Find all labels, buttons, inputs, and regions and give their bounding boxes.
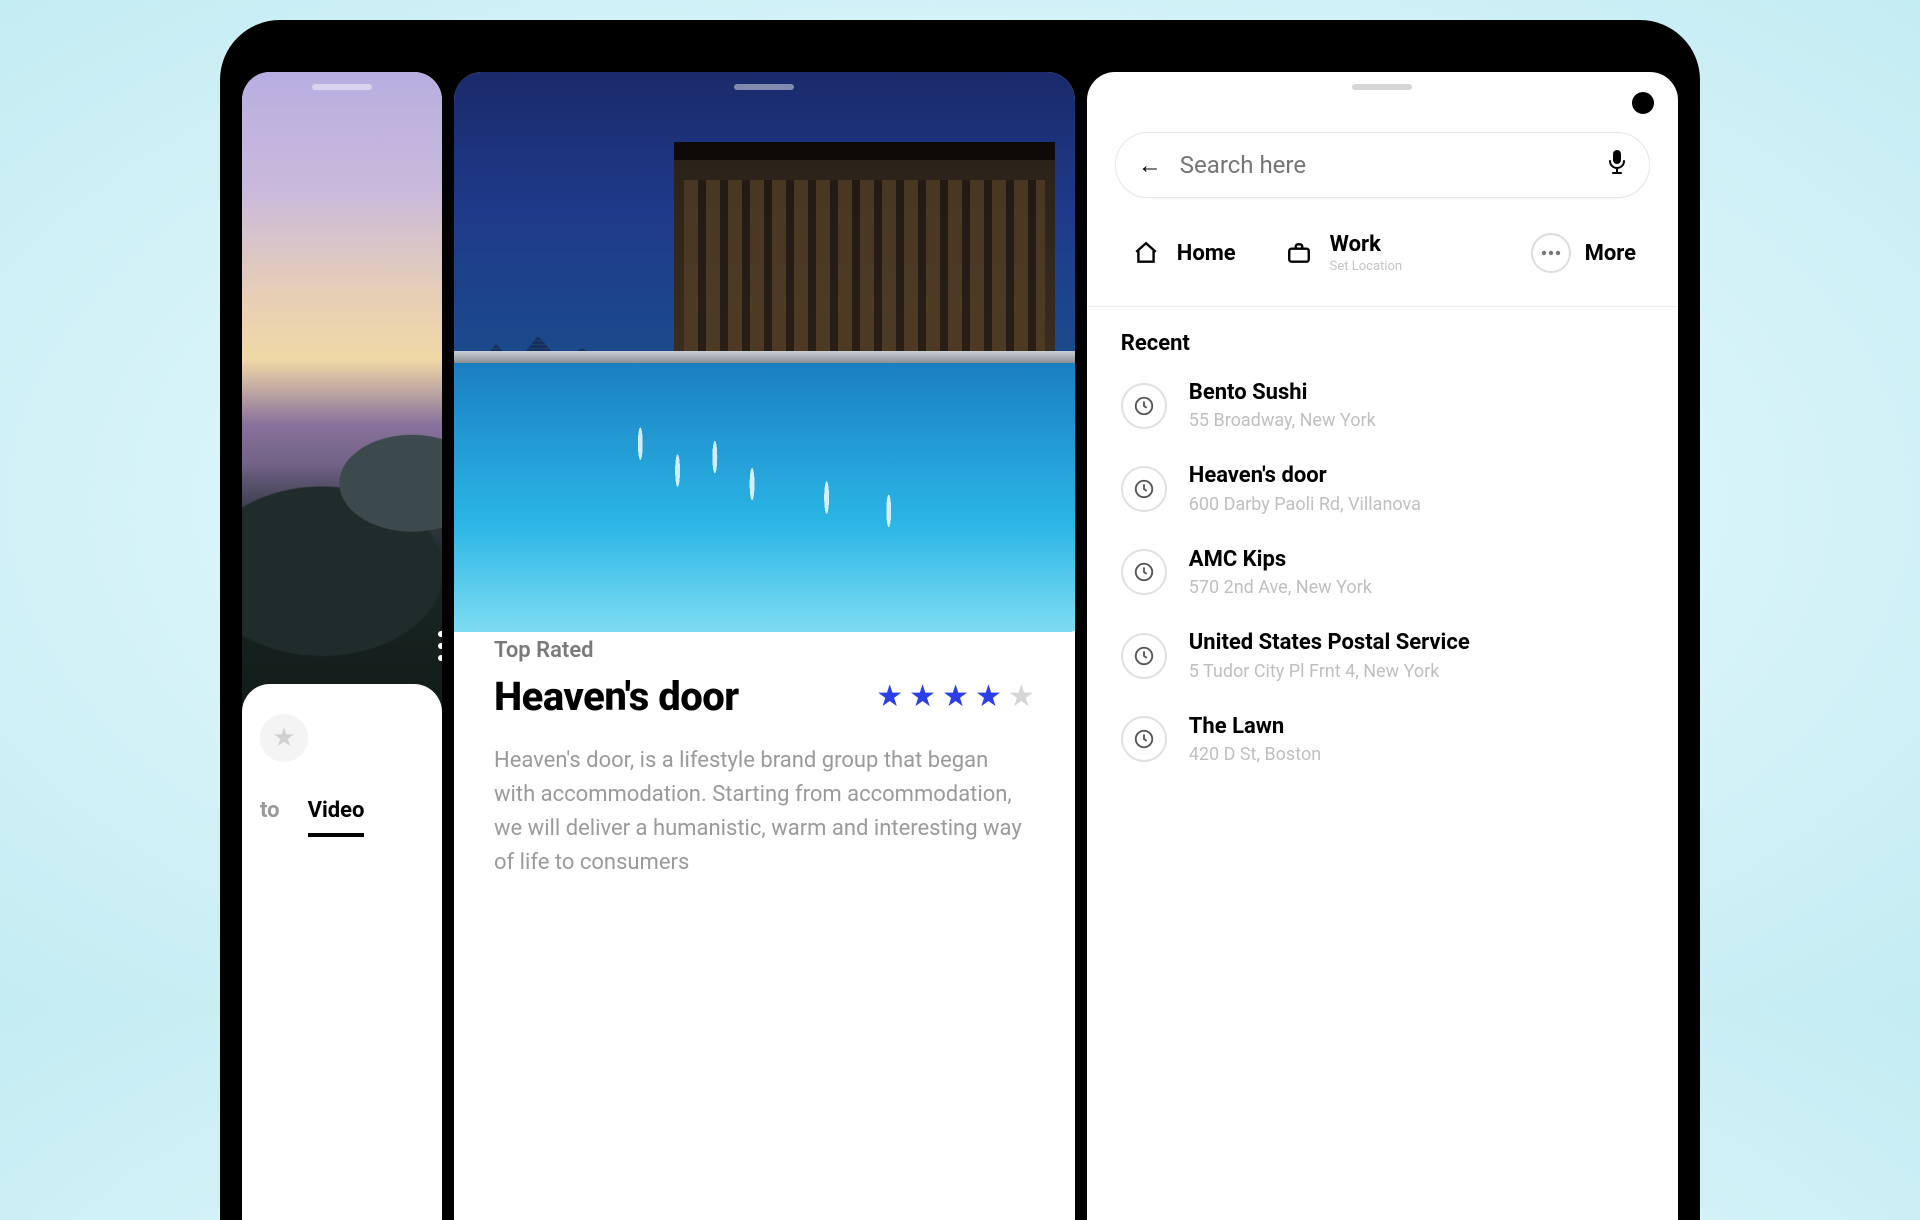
panel-resize-handle[interactable] (438, 631, 442, 661)
clock-icon (1121, 549, 1167, 595)
recent-name: Bento Sushi (1189, 380, 1376, 406)
home-icon (1129, 236, 1163, 270)
gallery-card: ★ to Video (242, 684, 442, 1220)
tablet-frame: ★ to Video Top Rated Heaven's do (220, 20, 1700, 1220)
clock-icon (1121, 383, 1167, 429)
pool-graphic (454, 363, 1075, 632)
split-screen: ★ to Video Top Rated Heaven's do (242, 72, 1678, 1220)
listing-title: Heaven's door (494, 673, 739, 720)
listing-detail-panel: Top Rated Heaven's door ★ ★ ★ ★ ★ Heaven… (454, 72, 1075, 1220)
star-icon: ★ (272, 723, 295, 753)
recent-name: United States Postal Service (1189, 630, 1470, 656)
drag-handle-icon[interactable] (734, 84, 794, 90)
star-rating: ★ ★ ★ ★ ★ (876, 679, 1035, 714)
clock-icon (1121, 466, 1167, 512)
recent-item[interactable]: The Lawn 420 D St, Boston (1115, 698, 1650, 781)
maps-search-panel: ← Home (1087, 72, 1678, 1220)
star-icon: ★ (909, 679, 936, 714)
recent-name: The Lawn (1189, 714, 1321, 740)
recent-name: Heaven's door (1189, 463, 1421, 489)
recent-address: 570 2nd Ave, New York (1189, 577, 1372, 598)
recent-heading: Recent (1087, 307, 1678, 364)
search-input[interactable] (1180, 151, 1589, 179)
recent-address: 600 Darby Paoli Rd, Villanova (1189, 494, 1421, 515)
back-arrow-icon[interactable]: ← (1138, 151, 1162, 180)
tab-photo[interactable]: to (260, 798, 280, 837)
favorite-button[interactable]: ★ (260, 714, 308, 762)
listing-card: Top Rated Heaven's door ★ ★ ★ ★ ★ Heaven… (454, 604, 1075, 1220)
clock-icon (1121, 633, 1167, 679)
recent-item[interactable]: Heaven's door 600 Darby Paoli Rd, Villan… (1115, 447, 1650, 530)
listing-description: Heaven's door, is a lifestyle brand grou… (494, 744, 1035, 880)
recent-address: 55 Broadway, New York (1189, 410, 1376, 431)
quick-home-label: Home (1177, 241, 1236, 266)
tab-video[interactable]: Video (308, 798, 365, 837)
property-hero-image (454, 72, 1075, 632)
briefcase-icon (1282, 236, 1316, 270)
recent-item[interactable]: United States Postal Service 5 Tudor Cit… (1115, 614, 1650, 697)
recent-address: 420 D St, Boston (1189, 744, 1321, 765)
clock-icon (1121, 716, 1167, 762)
pool-edge-graphic (454, 351, 1075, 363)
quick-more[interactable]: More (1517, 224, 1650, 282)
landscape-hero-image (242, 72, 442, 712)
star-icon: ★ (876, 679, 903, 714)
quick-work-label: Work (1330, 232, 1402, 257)
microphone-icon[interactable] (1607, 149, 1627, 181)
media-tabs: to Video (260, 798, 424, 837)
quick-work-sublabel: Set Location (1330, 259, 1402, 274)
recent-address: 5 Tudor City Pl Frnt 4, New York (1189, 661, 1470, 682)
star-icon: ★ (975, 679, 1002, 714)
quick-work[interactable]: Work Set Location (1268, 224, 1416, 282)
recent-list: Bento Sushi 55 Broadway, New York Heaven… (1087, 364, 1678, 781)
star-icon: ★ (942, 679, 969, 714)
drag-handle-icon[interactable] (312, 84, 372, 90)
top-rated-badge: Top Rated (494, 638, 1035, 663)
recent-item[interactable]: Bento Sushi 55 Broadway, New York (1115, 364, 1650, 447)
search-bar: ← (1115, 132, 1650, 198)
recent-name: AMC Kips (1189, 547, 1372, 573)
panel-resize-handle[interactable] (1071, 631, 1075, 661)
quick-home[interactable]: Home (1115, 224, 1250, 282)
drag-handle-icon[interactable] (1352, 84, 1412, 90)
gallery-app-panel: ★ to Video (242, 72, 442, 1220)
quick-destinations: Home Work Set Location More (1087, 198, 1678, 307)
quick-more-label: More (1585, 241, 1636, 266)
star-icon: ★ (1008, 679, 1035, 714)
building-graphic (674, 142, 1055, 362)
more-icon (1531, 233, 1571, 273)
recent-item[interactable]: AMC Kips 570 2nd Ave, New York (1115, 531, 1650, 614)
